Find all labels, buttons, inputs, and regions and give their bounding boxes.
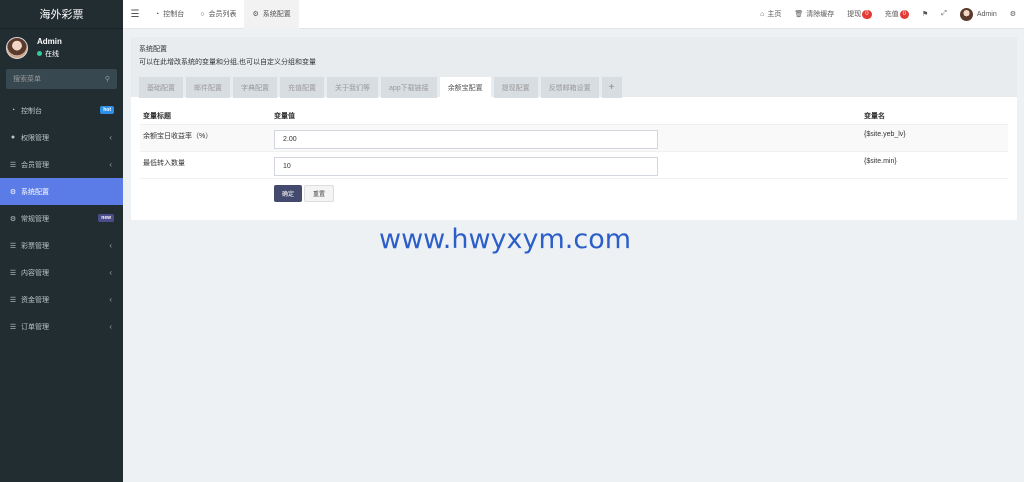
sidebar-search-input[interactable]: 搜索菜单 ⚲: [6, 69, 117, 89]
config-table: 变量标题 变量值 变量名 余额宝日收益率（%） 2.00 {$site.yeb_…: [140, 106, 1008, 207]
withdraw-count-badge: 0: [862, 9, 872, 19]
tab-recharge[interactable]: 充值配置: [280, 77, 324, 98]
header-value: 变量值: [274, 113, 295, 120]
online-dot-icon: [37, 51, 42, 56]
recharge-count-badge: 0: [899, 9, 909, 19]
row-title: 最低转入数量: [143, 160, 185, 167]
brand-logo[interactable]: 海外彩票: [0, 0, 123, 29]
trash-icon: 🗑: [794, 11, 804, 18]
list-icon: ☰: [9, 242, 17, 250]
table-header: 变量标题 变量值 变量名: [140, 106, 1008, 125]
language-icon[interactable]: ⚑: [922, 10, 928, 18]
user-status: 在线: [37, 49, 62, 59]
sidebar-item-members[interactable]: ☰ 会员管理 ‹: [0, 151, 123, 178]
clear-cache-button[interactable]: 🗑 清除缓存: [794, 9, 834, 19]
circle-icon: ○: [200, 10, 205, 18]
search-icon[interactable]: ⚲: [105, 75, 110, 83]
min-amount-input[interactable]: 10: [274, 157, 658, 176]
table-row: 最低转入数量 10 {$site.min}: [140, 152, 1008, 179]
chevron-left-icon: ‹: [109, 295, 112, 304]
recharge-link[interactable]: 充值 0: [885, 9, 909, 19]
yeb-rate-input[interactable]: 2.00: [274, 130, 658, 149]
page-title: 系统配置: [139, 46, 167, 53]
hot-badge: hot: [100, 106, 114, 114]
tab-dictionary[interactable]: 字典配置: [233, 77, 277, 98]
config-tabs: 基础配置 邮件配置 字典配置 充值配置 关于我们等 app下载链接 余额宝配置 …: [139, 77, 1009, 98]
fullscreen-icon[interactable]: ⤢: [941, 10, 947, 18]
sidebar-item-permissions[interactable]: ● 权限管理 ‹: [0, 124, 123, 151]
sidebar-item-general[interactable]: ⚙ 常规管理 new: [0, 205, 123, 232]
tab-yeb[interactable]: 余额宝配置: [439, 77, 491, 98]
tab-email[interactable]: 邮件配置: [186, 77, 230, 98]
sidebar-menu: ◔ 控制台 hot ● 权限管理 ‹ ☰ 会员管理 ‹ ⚙ 系统配置 ⚙ 常规管理 new ☰ 彩票…: [0, 97, 123, 340]
avatar: [959, 7, 973, 21]
tab-system-config[interactable]: ⚙ 系统配置: [244, 0, 299, 29]
sidebar-item-content[interactable]: ☰ 内容管理 ‹: [0, 259, 123, 286]
sidebar-item-orders[interactable]: ☰ 订单管理 ‹: [0, 313, 123, 340]
tab-app-download[interactable]: app下载链接: [381, 77, 437, 98]
tab-dashboard[interactable]: ◔ 控制台: [147, 0, 192, 29]
settings-icon[interactable]: ⚙: [1010, 10, 1016, 18]
users-icon: ●: [10, 134, 16, 141]
list-icon: ☰: [9, 323, 17, 331]
cogs-icon: ⚙: [9, 215, 17, 223]
watermark: www.hwyxym.com: [379, 224, 632, 255]
list-icon: ☰: [9, 269, 17, 277]
header-title: 变量标题: [143, 113, 171, 120]
chevron-left-icon: ‹: [109, 322, 112, 331]
sidebar: 海外彩票 Admin 在线 搜索菜单 ⚲ ◔ 控制台 hot ● 权限管理 ‹ ☰ 会员管…: [0, 0, 123, 482]
reset-button[interactable]: 重置: [304, 185, 335, 202]
dashboard-icon: ◔: [155, 10, 160, 18]
sidebar-item-dashboard[interactable]: ◔ 控制台 hot: [0, 97, 123, 124]
row-title: 余额宝日收益率（%）: [143, 133, 213, 140]
gear-icon: ⚙: [9, 188, 17, 196]
new-badge: new: [98, 214, 114, 222]
user-panel: Admin 在线: [0, 29, 123, 66]
tab-basic[interactable]: 基础配置: [139, 77, 183, 98]
tab-withdraw[interactable]: 提现配置: [493, 77, 538, 98]
gear-icon: ⚙: [252, 11, 259, 18]
sidebar-item-funds[interactable]: ☰ 资金管理 ‹: [0, 286, 123, 313]
chevron-left-icon: ‹: [109, 268, 112, 277]
row-var-name: {$site.yeb_lv}: [864, 131, 906, 138]
form-actions: 确定 重置: [140, 179, 1008, 207]
home-link[interactable]: ⌂ 主页: [760, 9, 781, 19]
config-panel: 系统配置 可以在此增改系统的变量和分组,也可以自定义分组和变量 基础配置 邮件配…: [131, 37, 1017, 220]
top-navbar: ☰ ◔ 控制台 ○ 会员列表 ⚙ 系统配置 ⌂ 主页 🗑 清除缓存 提现 0 充值 0 ⚑ ⤢…: [123, 0, 1024, 29]
sidebar-item-lottery[interactable]: ☰ 彩票管理 ‹: [0, 232, 123, 259]
row-var-name: {$site.min}: [864, 158, 897, 165]
list-icon: ☰: [9, 161, 17, 169]
chevron-left-icon: ‹: [109, 133, 112, 142]
tab-member-list[interactable]: ○ 会员列表: [192, 0, 244, 29]
user-menu[interactable]: Admin: [959, 7, 997, 21]
confirm-button[interactable]: 确定: [274, 185, 303, 202]
list-icon: ☰: [9, 296, 17, 304]
dashboard-icon: ◔: [10, 107, 16, 114]
table-row: 余额宝日收益率（%） 2.00 {$site.yeb_lv}: [140, 125, 1008, 152]
withdraw-link[interactable]: 提现 0: [847, 9, 872, 19]
header-name: 变量名: [864, 113, 885, 120]
tab-feedback-email[interactable]: 反馈邮箱设置: [540, 77, 599, 98]
tab-about[interactable]: 关于我们等: [327, 77, 378, 98]
chevron-left-icon: ‹: [109, 160, 112, 169]
avatar: [6, 36, 28, 59]
chevron-left-icon: ‹: [109, 241, 112, 250]
sidebar-item-system-config[interactable]: ⚙ 系统配置: [0, 178, 123, 205]
page-description: 可以在此增改系统的变量和分组,也可以自定义分组和变量: [139, 59, 316, 66]
add-tab-button[interactable]: +: [601, 77, 622, 98]
user-name: Admin: [37, 36, 62, 46]
menu-toggle-icon[interactable]: ☰: [123, 9, 147, 20]
home-icon: ⌂: [760, 10, 765, 18]
